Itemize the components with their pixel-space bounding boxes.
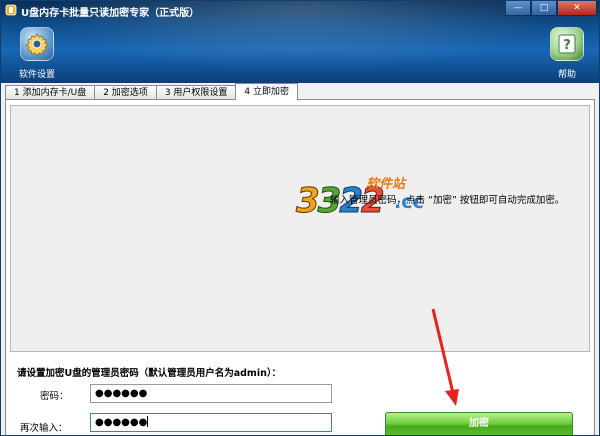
help-label: 帮助 — [557, 70, 576, 80]
password-input[interactable]: ●●●●●● — [90, 384, 332, 403]
watermark-digit: 3 — [296, 181, 321, 222]
help-button[interactable]: ? 帮助 — [537, 27, 597, 80]
password-prompt: 请设置加密U盘的管理员密码（默认管理员用户名为admin）： — [17, 368, 282, 379]
tab-bar: 1 添加内存卡/U盘 2 加密选项 3 用户权限设置 4 立即加密 — [5, 83, 298, 100]
confirm-password-label: 再次输入： — [20, 423, 68, 434]
app-icon — [5, 4, 17, 16]
encrypt-hint: 输入管理员密码，点击 “加密” 按钮即可自动完成加密。 — [330, 195, 565, 206]
password-label: 密码： — [40, 391, 69, 402]
software-settings-label: 软件设置 — [18, 70, 55, 80]
svg-text:?: ? — [563, 38, 571, 53]
window-controls: — □ ✕ — [505, 1, 597, 16]
confirm-password-value: ●●●●●● — [95, 417, 148, 428]
top-toolbar: U盘内存卡批量只读加密专家（正式版） — □ ✕ 软件设置 ? 帮助 — [1, 1, 599, 83]
watermark-site: 软件站 — [366, 177, 406, 192]
software-settings-button[interactable]: 软件设置 — [7, 27, 67, 80]
help-icon: ? — [550, 27, 584, 61]
text-caret — [147, 416, 149, 427]
tab-add-card[interactable]: 1 添加内存卡/U盘 — [5, 85, 96, 100]
encrypt-button[interactable]: 加密 — [385, 412, 573, 435]
tab-user-permissions[interactable]: 3 用户权限设置 — [155, 85, 237, 100]
minimize-button[interactable]: — — [505, 1, 531, 16]
confirm-password-input[interactable]: ●●●●●● — [90, 413, 332, 432]
tab-encrypt-now[interactable]: 4 立即加密 — [235, 83, 298, 100]
maximize-button[interactable]: □ — [531, 1, 557, 16]
tab-encrypt-options[interactable]: 2 加密选项 — [94, 85, 157, 100]
app-window: U盘内存卡批量只读加密专家（正式版） — □ ✕ 软件设置 ? 帮助 1 添加内… — [0, 0, 600, 436]
close-button[interactable]: ✕ — [557, 1, 597, 16]
window-title: U盘内存卡批量只读加密专家（正式版） — [21, 8, 200, 19]
gear-icon — [20, 27, 54, 61]
info-area: 3322 软件站 .cc — [10, 105, 590, 352]
